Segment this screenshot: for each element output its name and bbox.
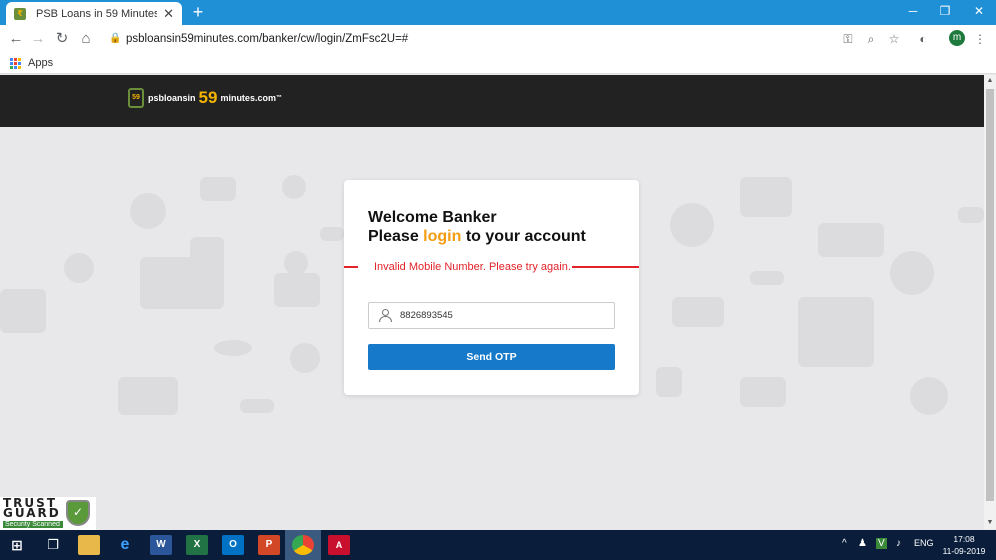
certificate-deco-icon: [118, 377, 178, 415]
security-tray-icon[interactable]: V: [876, 538, 887, 549]
address-bar[interactable]: 🔒 psbloansin59minutes.com/banker/cw/logi…: [104, 28, 910, 50]
user-deco-icon: [130, 193, 166, 229]
excel-icon[interactable]: X: [186, 535, 208, 555]
bank-building-deco-icon: [274, 273, 320, 307]
card-deco-icon: [200, 177, 236, 201]
home-icon[interactable]: ⌂: [76, 29, 96, 49]
back-icon[interactable]: ←: [6, 29, 26, 49]
briefcase-deco-icon: [740, 377, 786, 407]
wings-deco-icon: [214, 340, 252, 356]
browser-titlebar: ₹ PSB Loans in 59 Minutes: Online ✕ + ─ …: [0, 0, 996, 25]
close-tab-icon[interactable]: ✕: [163, 6, 174, 22]
file-explorer-icon[interactable]: [78, 535, 100, 555]
cash-right-deco-icon: [750, 271, 784, 285]
site-favicon-icon: ₹: [14, 7, 26, 20]
people-icon[interactable]: ♟: [858, 538, 867, 549]
document-deco-icon: [190, 237, 224, 287]
chrome-icon[interactable]: [292, 535, 314, 555]
note-deco-icon: [320, 227, 344, 241]
mobile-number-field[interactable]: [368, 302, 615, 329]
cash-deco-icon: [240, 399, 274, 413]
login-subheading: Please login to your account: [368, 228, 586, 246]
shield-check-icon: ✓: [66, 500, 90, 526]
powerpoint-icon[interactable]: P: [258, 535, 280, 555]
outlook-icon[interactable]: O: [222, 535, 244, 555]
scroll-up-icon[interactable]: ▲: [984, 75, 996, 87]
mobile-number-input[interactable]: [400, 310, 600, 321]
edge-icon[interactable]: e: [114, 535, 136, 555]
key-icon[interactable]: ⚿: [838, 29, 858, 49]
bank-deco-icon: [284, 251, 308, 275]
scrollbar-thumb[interactable]: [986, 89, 994, 501]
user-icon: [379, 309, 392, 322]
pie-deco-icon: [890, 251, 934, 295]
forward-icon[interactable]: →: [28, 29, 48, 49]
windows-start-icon[interactable]: ⊞: [6, 535, 28, 555]
reload-icon[interactable]: ↻: [52, 29, 72, 49]
apps-label: Apps: [28, 57, 54, 69]
login-highlight: login: [423, 228, 462, 245]
graduation-cap-deco-icon: [672, 297, 724, 327]
monitor-deco-icon: [740, 177, 792, 217]
logo-number: 59: [198, 88, 218, 107]
car-deco-icon: [818, 223, 884, 257]
zoom-icon[interactable]: ⌕: [861, 29, 881, 49]
logo-mark-icon: 59: [128, 88, 144, 108]
volume-icon[interactable]: ♪: [896, 538, 901, 549]
team-deco-icon: [670, 203, 714, 247]
page-scrollbar[interactable]: ▲ ▼: [984, 75, 996, 529]
minimize-window-button[interactable]: ─: [896, 0, 930, 22]
money-sack-deco-icon: [910, 377, 948, 415]
logo-tm: ™: [275, 95, 282, 101]
trust-guard-badge[interactable]: TRUST GUARD Security Scanned ✓: [0, 497, 96, 530]
trust-guard-subtitle: Security Scanned: [3, 521, 63, 528]
lock-icon: 🔒: [109, 33, 122, 44]
error-message: Invalid Mobile Number. Please try again.: [374, 261, 571, 273]
clock-date: 11-09-2019: [942, 546, 986, 556]
browser-tab[interactable]: ₹ PSB Loans in 59 Minutes: Online ✕: [6, 2, 182, 25]
house-deco-icon: [798, 297, 874, 367]
money-bag-deco-icon: [290, 343, 320, 373]
extension-icon[interactable]: ◐: [913, 29, 933, 49]
bookmark-star-icon[interactable]: ☆: [884, 29, 904, 49]
logo-suffix: minutes.com: [220, 93, 276, 103]
please-prefix: Please: [368, 228, 419, 245]
chart-deco-icon: [0, 289, 46, 333]
circle-deco-icon: [64, 253, 94, 283]
login-card: Welcome Banker Please login to your acco…: [344, 180, 639, 395]
close-window-button[interactable]: ✕: [962, 0, 996, 22]
trust-guard-title: TRUST GUARD: [3, 496, 61, 520]
acrobat-icon[interactable]: A: [328, 535, 350, 555]
scroll-down-icon[interactable]: ▼: [984, 517, 996, 529]
logo-prefix: psbloansin: [148, 93, 196, 103]
url-text: psbloansin59minutes.com/banker/cw/login/…: [126, 33, 409, 45]
note-right-deco-icon: [958, 207, 984, 223]
language-indicator[interactable]: ENG: [914, 538, 934, 548]
send-otp-button[interactable]: Send OTP: [368, 344, 615, 370]
tray-chevron-icon[interactable]: ^: [842, 538, 847, 549]
task-view-icon[interactable]: ❐: [42, 535, 64, 555]
word-icon[interactable]: W: [150, 535, 172, 555]
site-logo[interactable]: 59 psbloansin 59 minutes.com ™: [128, 88, 282, 108]
please-suffix: to your account: [465, 228, 586, 245]
profile-avatar[interactable]: m: [949, 30, 965, 46]
apps-shortcut[interactable]: Apps: [10, 55, 53, 71]
welcome-heading: Welcome Banker: [368, 209, 497, 226]
menu-icon[interactable]: ⋮: [970, 29, 990, 49]
apps-grid-icon: [10, 57, 21, 69]
browser-toolbar: ← → ↻ ⌂ 🔒 psbloansin59minutes.com/banker…: [0, 25, 996, 52]
clock-time: 17:08: [953, 534, 975, 544]
bookmarks-bar: Apps: [0, 52, 996, 74]
tab-title: PSB Loans in 59 Minutes: Online: [36, 7, 158, 20]
new-tab-button[interactable]: +: [188, 2, 208, 22]
coin-deco-icon: [282, 175, 306, 199]
windows-taskbar: ⊞ ❐ e W X O P A ^ ♟ V ♪ ENG 17:08 11-09-…: [0, 530, 996, 560]
bag-deco-icon: [656, 367, 682, 397]
restore-window-button[interactable]: ❐: [928, 0, 962, 22]
system-clock[interactable]: 17:08 11-09-2019: [940, 533, 988, 557]
